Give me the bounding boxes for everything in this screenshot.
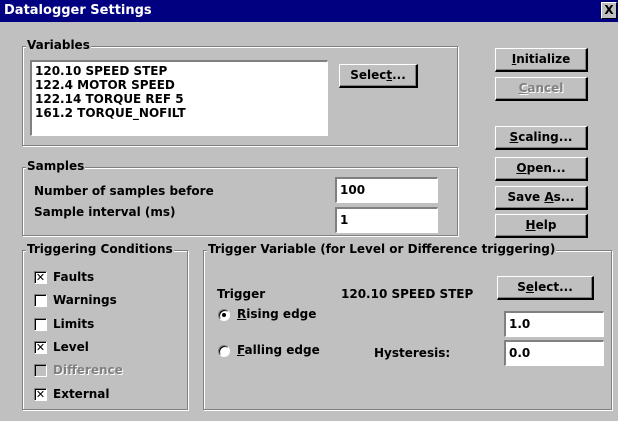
- external-label[interactable]: External: [53, 387, 109, 401]
- title-bar[interactable]: Datalogger Settings X: [0, 0, 618, 22]
- close-button[interactable]: X: [601, 2, 617, 19]
- sample-interval-input[interactable]: 1: [335, 207, 438, 233]
- radio-selected-dot: [222, 313, 226, 317]
- window-title: Datalogger Settings: [4, 3, 152, 18]
- scaling-button[interactable]: Scaling...: [495, 126, 588, 150]
- sample-interval-label: Sample interval (ms): [34, 205, 176, 219]
- rising-edge-label[interactable]: Rising edge: [237, 307, 316, 321]
- trigger-select-button[interactable]: Select...: [497, 276, 594, 300]
- limits-label[interactable]: Limits: [53, 317, 94, 331]
- level-label[interactable]: Level: [53, 340, 89, 354]
- difference-checkbox[interactable]: [34, 364, 47, 377]
- help-button[interactable]: Help: [495, 214, 588, 238]
- hysteresis-input[interactable]: 0.0: [504, 340, 604, 366]
- open-button[interactable]: Open...: [495, 157, 588, 181]
- variables-legend: Variables: [26, 38, 91, 52]
- datalogger-settings-dialog: Datalogger Settings X Variables 120.10 S…: [0, 0, 618, 421]
- list-item[interactable]: 161.2 TORQUE_NOFILT: [35, 106, 324, 120]
- variables-select-button[interactable]: Select...: [339, 64, 418, 88]
- warnings-label[interactable]: Warnings: [53, 293, 117, 307]
- cancel-button[interactable]: Cancel: [495, 77, 588, 101]
- warnings-checkbox[interactable]: [34, 294, 47, 307]
- list-item[interactable]: 120.10 SPEED STEP: [35, 64, 324, 78]
- variables-listbox[interactable]: 120.10 SPEED STEP 122.4 MOTOR SPEED 122.…: [30, 60, 328, 136]
- level-value-input[interactable]: 1.0: [504, 311, 604, 337]
- initialize-button[interactable]: Initialize: [495, 48, 588, 72]
- difference-label[interactable]: Difference: [53, 363, 123, 377]
- trigger-label: Trigger: [217, 287, 266, 301]
- samples-legend: Samples: [26, 159, 86, 173]
- list-item[interactable]: 122.14 TORQUE REF 5: [35, 92, 324, 106]
- list-item[interactable]: 122.4 MOTOR SPEED: [35, 78, 324, 92]
- rising-edge-radio[interactable]: [218, 309, 230, 321]
- trigger-variable-legend: Trigger Variable (for Level or Differenc…: [207, 242, 557, 256]
- save-as-button[interactable]: Save As...: [495, 186, 588, 210]
- triggering-conditions-legend: Triggering Conditions: [26, 242, 174, 256]
- trigger-value: 120.10 SPEED STEP: [341, 287, 474, 301]
- falling-edge-label[interactable]: Falling edge: [237, 343, 320, 357]
- limits-checkbox[interactable]: [34, 318, 47, 331]
- faults-label[interactable]: Faults: [53, 270, 94, 284]
- samples-before-label: Number of samples before: [34, 184, 214, 198]
- level-checkbox[interactable]: ✕: [34, 341, 47, 354]
- faults-checkbox[interactable]: ✕: [34, 271, 47, 284]
- external-checkbox[interactable]: ✕: [34, 388, 47, 401]
- hysteresis-label: Hysteresis:: [374, 346, 451, 360]
- falling-edge-radio[interactable]: [218, 345, 230, 357]
- samples-before-input[interactable]: 100: [335, 177, 438, 203]
